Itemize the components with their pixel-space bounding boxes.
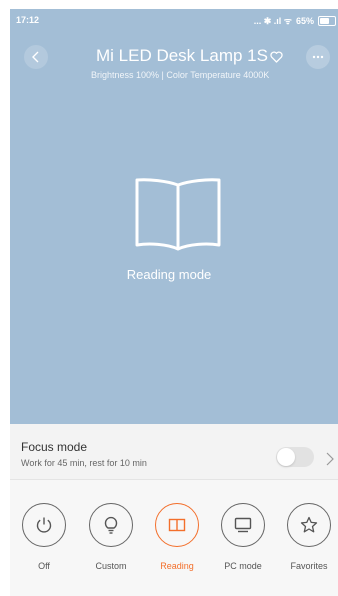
mode-label-pc: PC mode — [224, 561, 262, 571]
mode-label-off: Off — [38, 561, 50, 571]
device-title: Mi LED Desk Lamp 1S — [96, 46, 268, 65]
mode-circle — [89, 503, 133, 547]
current-mode-label: Reading mode — [126, 267, 212, 282]
mode-button-off[interactable]: Off — [14, 503, 74, 571]
focus-mode-toggle[interactable] — [276, 447, 314, 467]
mode-label-favorites: Favorites — [290, 561, 328, 571]
focus-mode-description: Work for 45 min, rest for 10 min — [21, 458, 147, 468]
status-time: 17:12 — [16, 15, 40, 25]
app-screen: 17:12 ... ✱ .ıl ᯤ 65% Mi LED Desk Lamp 1… — [10, 9, 338, 596]
star-icon — [300, 516, 318, 533]
signal-wifi-indicators: ... ✱ .ıl ᯤ — [253, 16, 292, 26]
status-bar: 17:12 ... ✱ .ıl ᯤ 65% — [10, 9, 338, 29]
more-icon — [312, 55, 324, 59]
chevron-right-icon — [326, 452, 334, 466]
mode-circle — [22, 503, 66, 547]
mode-selector-bar: Off Custom Reading PC mode Favorites — [10, 480, 338, 596]
mode-button-custom[interactable]: Custom — [81, 503, 141, 571]
mode-button-reading[interactable]: Reading — [147, 503, 207, 571]
focus-mode-row[interactable]: Focus mode Work for 45 min, rest for 10 … — [10, 424, 338, 480]
focus-mode-title: Focus mode — [21, 440, 88, 454]
mode-circle — [287, 503, 331, 547]
mode-button-favorites[interactable]: Favorites — [279, 503, 338, 571]
back-arrow-icon — [32, 51, 39, 63]
lamp-hero-panel: 17:12 ... ✱ .ıl ᯤ 65% Mi LED Desk Lamp 1… — [10, 9, 338, 424]
bulb-icon — [104, 516, 118, 534]
status-indicators: ... ✱ .ıl ᯤ 65% — [254, 14, 336, 27]
battery-icon — [318, 15, 336, 26]
monitor-icon — [234, 517, 252, 533]
mode-button-pc[interactable]: PC mode — [213, 503, 273, 571]
open-book-icon — [135, 178, 221, 251]
mode-circle — [221, 503, 265, 547]
favorite-button[interactable] — [265, 46, 287, 68]
power-icon — [36, 517, 52, 533]
mode-label-custom: Custom — [95, 561, 127, 571]
mode-label-reading: Reading — [160, 561, 194, 571]
back-button[interactable] — [24, 45, 48, 69]
heart-icon — [269, 51, 283, 63]
battery-percent: 65% — [295, 15, 314, 26]
more-button[interactable] — [306, 45, 330, 69]
toggle-knob — [277, 448, 295, 466]
device-status-subtitle: Brightness 100% | Color Temperature 4000… — [91, 70, 270, 80]
book-icon — [168, 518, 186, 532]
mode-circle — [155, 503, 199, 547]
